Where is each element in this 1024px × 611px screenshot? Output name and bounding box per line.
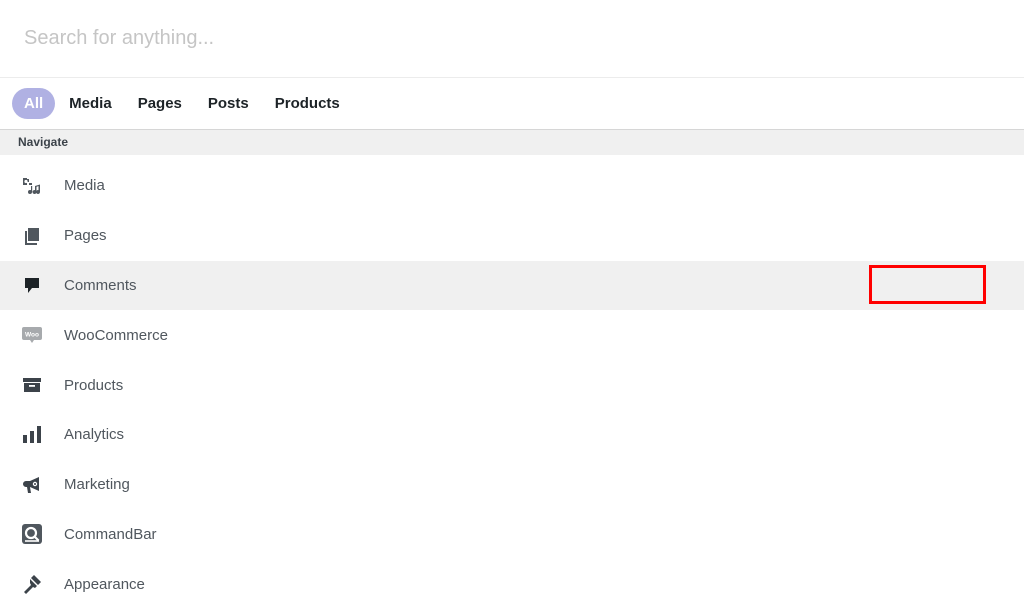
navigate-list: Media Pages Comments Woo WooCommerce Pro… bbox=[0, 161, 1024, 609]
tab-posts[interactable]: Posts bbox=[195, 88, 262, 119]
nav-item-label: Appearance bbox=[64, 575, 145, 593]
nav-item-label: Marketing bbox=[64, 476, 130, 494]
nav-item-label: WooCommerce bbox=[64, 326, 168, 344]
nav-item-label: CommandBar bbox=[64, 525, 157, 543]
section-header-navigate: Navigate bbox=[0, 130, 1024, 155]
paint-brush-icon bbox=[21, 573, 43, 595]
megaphone-icon bbox=[21, 474, 43, 496]
commandbar-icon bbox=[21, 523, 43, 545]
tab-all[interactable]: All bbox=[12, 88, 56, 119]
nav-item-label: Comments bbox=[64, 276, 137, 294]
tab-products[interactable]: Products bbox=[262, 88, 353, 119]
nav-item-analytics[interactable]: Analytics bbox=[0, 410, 1024, 460]
filter-tabs: All Media Pages Posts Products bbox=[0, 78, 1024, 130]
search-bar bbox=[0, 0, 1024, 78]
bar-chart-icon bbox=[21, 424, 43, 446]
pages-icon bbox=[21, 225, 43, 247]
nav-item-products[interactable]: Products bbox=[0, 360, 1024, 410]
nav-item-label: Pages bbox=[64, 227, 107, 245]
nav-item-marketing[interactable]: Marketing bbox=[0, 460, 1024, 510]
nav-item-label: Products bbox=[64, 376, 124, 394]
media-icon bbox=[21, 175, 43, 197]
search-input[interactable] bbox=[0, 0, 1024, 77]
tab-media[interactable]: Media bbox=[56, 88, 125, 119]
woocommerce-icon: Woo bbox=[21, 324, 43, 346]
annotation-highlight-box bbox=[869, 265, 986, 304]
nav-item-label: Media bbox=[64, 177, 105, 195]
archive-box-icon bbox=[21, 374, 43, 396]
svg-text:Woo: Woo bbox=[25, 332, 39, 339]
nav-item-label: Analytics bbox=[64, 426, 125, 444]
nav-item-pages[interactable]: Pages bbox=[0, 211, 1024, 261]
comment-icon bbox=[21, 274, 43, 296]
nav-item-commandbar[interactable]: CommandBar bbox=[0, 510, 1024, 560]
nav-item-appearance[interactable]: Appearance bbox=[0, 559, 1024, 609]
nav-item-woocommerce[interactable]: Woo WooCommerce bbox=[0, 310, 1024, 360]
tab-pages[interactable]: Pages bbox=[125, 88, 195, 119]
nav-item-media[interactable]: Media bbox=[0, 161, 1024, 211]
